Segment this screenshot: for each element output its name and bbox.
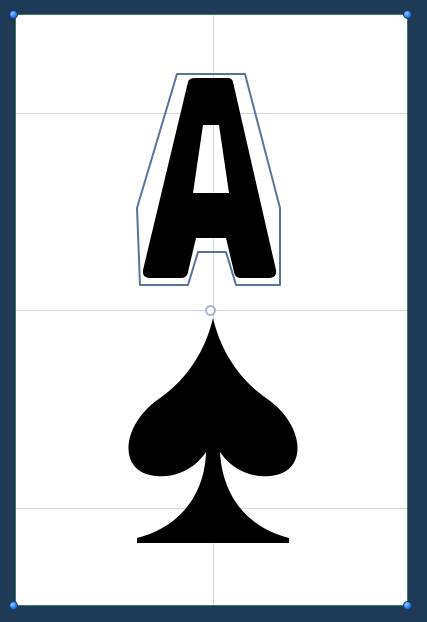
resize-handle-top-left[interactable] — [9, 10, 18, 19]
design-canvas[interactable] — [0, 0, 427, 622]
resize-handle-bottom-right[interactable] — [403, 601, 412, 610]
resize-handle-top-right[interactable] — [403, 10, 412, 19]
rotation-handle[interactable] — [205, 305, 216, 316]
spade-icon[interactable] — [128, 318, 298, 543]
resize-handle-bottom-left[interactable] — [9, 601, 18, 610]
rank-letter[interactable] — [142, 78, 277, 278]
